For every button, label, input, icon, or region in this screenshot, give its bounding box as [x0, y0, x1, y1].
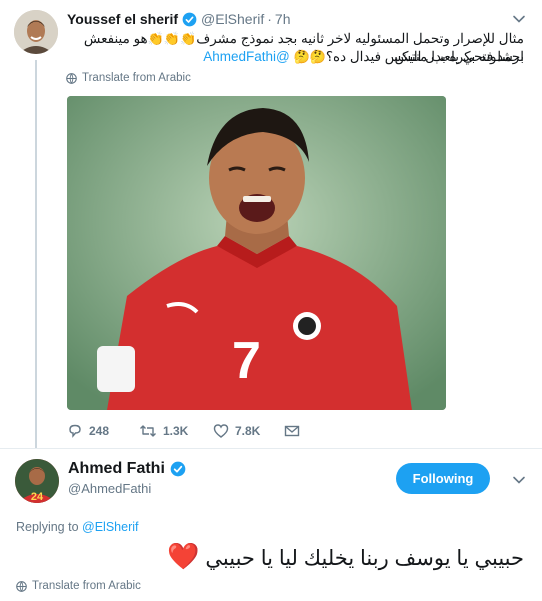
like-count: 7.8K	[235, 424, 261, 438]
tweet-actions-bar: 248 1.3K 7.8K	[67, 423, 367, 443]
original-tweet[interactable]: Youssef el sherif @ElSherif · 7h مثال لل…	[0, 0, 542, 448]
reply-author-handle[interactable]: @AhmedFathi	[68, 481, 151, 496]
heart-icon	[213, 424, 229, 438]
following-button[interactable]: Following	[396, 463, 490, 494]
reply-icon	[69, 424, 81, 438]
mention-link[interactable]: @AhmedFathi	[203, 49, 290, 64]
tweet-photo[interactable]: 7	[67, 96, 446, 410]
like-action[interactable]: 7.8K	[213, 423, 260, 439]
tweet-text-part: مثال للإصرار وتحمل المسئوليه لاخر ثانيه …	[196, 31, 524, 46]
tweet-timestamp[interactable]: 7h	[275, 11, 291, 27]
translate-link[interactable]: Translate from Arabic	[66, 72, 191, 84]
red-heart-emoji: ❤️	[167, 541, 200, 571]
avatar-image	[14, 10, 58, 54]
verified-badge-icon	[170, 461, 186, 477]
translate-label: Translate from Arabic	[82, 72, 191, 84]
globe-icon	[66, 72, 77, 84]
thread-connector-line	[35, 60, 37, 448]
author-handle[interactable]: @ElSherif	[201, 11, 264, 27]
reply-text: حبيبي يا يوسف ربنا يخليك ليا يا حبيبي ❤️	[16, 541, 524, 574]
reply-author-name[interactable]: Ahmed Fathi	[68, 460, 165, 478]
avatar-image: 24	[15, 459, 59, 503]
reply-translate-link[interactable]: Translate from Arabic	[16, 580, 141, 592]
envelope-icon	[284, 425, 300, 437]
retweet-icon	[140, 425, 156, 437]
verified-badge-icon	[182, 12, 197, 26]
tweet-header: Youssef el sherif @ElSherif · 7h	[67, 11, 502, 27]
direct-message-action[interactable]	[284, 423, 306, 439]
chevron-down-icon[interactable]	[512, 473, 526, 487]
tweet-text-line-2: برشلونه بكره بدل اليكس فيدال ده؟🤔🤔 @Ahme…	[64, 48, 524, 66]
reply-count: 248	[89, 424, 110, 438]
reply-text-body: حبيبي يا يوسف ربنا يخليك ليا يا حبيبي	[205, 547, 524, 570]
replying-to-line: Replying to @ElSherif	[16, 520, 139, 534]
globe-icon	[16, 580, 27, 592]
reply-author-name-row: Ahmed Fathi	[68, 460, 190, 478]
chevron-down-icon[interactable]	[512, 12, 526, 26]
retweet-action[interactable]: 1.3K	[139, 423, 188, 439]
avatar-jersey-number: 24	[31, 491, 44, 503]
tweet-text-part: برشلونه بكره بدل اليكس فيدال ده؟	[325, 49, 524, 64]
footballer-photo: 7	[67, 96, 446, 410]
jersey-number: 7	[232, 332, 261, 390]
retweet-count: 1.3K	[163, 424, 189, 438]
reply-action[interactable]: 248	[67, 423, 109, 439]
thinking-emoji: 🤔🤔	[293, 49, 326, 64]
author-name[interactable]: Youssef el sherif	[67, 11, 178, 27]
author-avatar[interactable]	[14, 10, 58, 54]
separator-dot: ·	[267, 11, 272, 27]
reply-author-avatar[interactable]: 24	[15, 459, 59, 503]
replying-to-prefix: Replying to	[16, 520, 79, 534]
translate-label: Translate from Arabic	[32, 580, 141, 592]
replying-to-handle[interactable]: @ElSherif	[82, 520, 138, 534]
clap-emoji: 👏👏👏	[147, 31, 197, 46]
tweet-divider	[0, 448, 542, 449]
